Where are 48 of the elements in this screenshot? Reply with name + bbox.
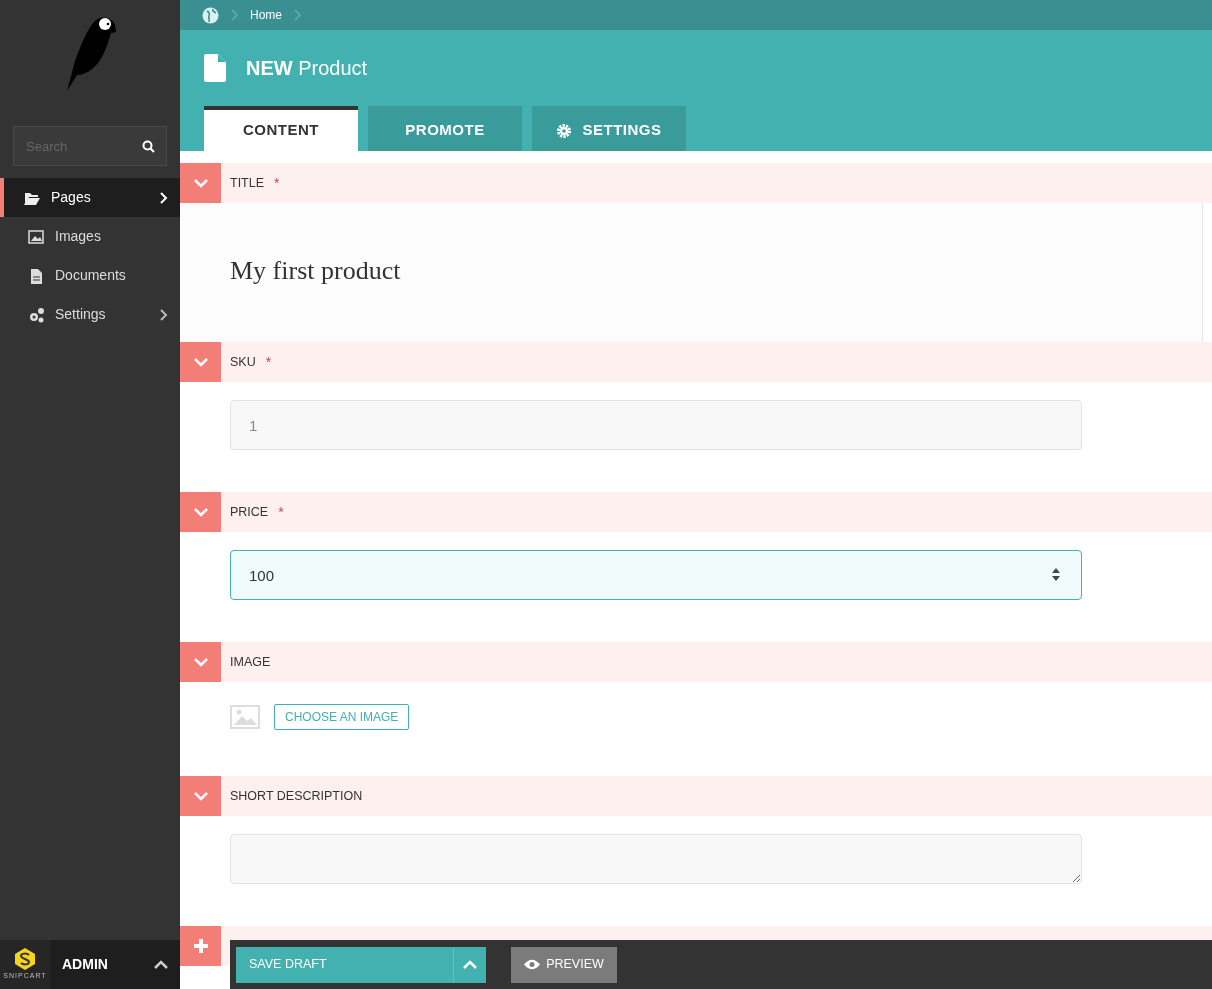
- chevron-down-icon: [193, 178, 208, 188]
- chevron-down-icon: [193, 507, 208, 517]
- chevron-down-icon: [193, 791, 208, 801]
- textarea-field[interactable]: [230, 834, 1082, 884]
- image-placeholder-icon: [230, 705, 260, 729]
- account-menu-button[interactable]: ADMIN: [50, 940, 180, 989]
- collapse-button[interactable]: [180, 776, 221, 816]
- field-label: SHORT DESCRIPTION: [229, 787, 363, 805]
- field-label: PRICE: [229, 503, 269, 521]
- chevron-down-icon: [193, 657, 208, 667]
- add-button[interactable]: [180, 926, 221, 966]
- document-icon: [28, 267, 45, 284]
- snipcart-logo: [13, 947, 37, 972]
- field-label: IMAGE: [229, 653, 271, 671]
- required-marker: *: [274, 173, 280, 193]
- plus-icon: [192, 938, 209, 954]
- chevron-up-icon: [463, 960, 477, 969]
- tab[interactable]: CONTENT: [204, 106, 358, 151]
- chevron-up-icon: [154, 960, 168, 969]
- number-field[interactable]: 100: [230, 550, 1082, 600]
- text-field[interactable]: 1: [230, 400, 1082, 450]
- sidebar-item[interactable]: Images: [0, 217, 180, 256]
- sidebar-item[interactable]: Documents: [0, 256, 180, 295]
- field-label: SKU: [229, 353, 256, 371]
- sidebar-item[interactable]: Settings: [0, 295, 180, 334]
- spinner-icon: [1052, 568, 1060, 581]
- chevron-right-icon: [231, 9, 238, 21]
- gear-icon: [556, 122, 573, 139]
- search-icon: [142, 140, 155, 153]
- collapse-button[interactable]: [180, 163, 221, 203]
- chevron-right-icon: [294, 9, 301, 21]
- preview-button[interactable]: PREVIEW: [511, 946, 617, 983]
- eye-icon: [524, 959, 541, 970]
- collapse-button[interactable]: [180, 642, 221, 682]
- more-actions-button[interactable]: [453, 946, 486, 983]
- field-label: TITLE: [229, 174, 265, 192]
- required-marker: *: [265, 352, 272, 372]
- image-icon: [28, 228, 45, 245]
- collapse-button[interactable]: [180, 492, 221, 532]
- gears-icon: [28, 306, 45, 323]
- collapse-button[interactable]: [180, 342, 221, 382]
- required-marker: *: [278, 502, 284, 522]
- sidebar-item[interactable]: Pages: [0, 178, 180, 217]
- page-title: NEW Product: [246, 56, 368, 80]
- globe-icon: [202, 6, 219, 24]
- document-icon: [204, 54, 226, 82]
- breadcrumb-link[interactable]: Home: [250, 6, 282, 24]
- chevron-down-icon: [193, 357, 208, 367]
